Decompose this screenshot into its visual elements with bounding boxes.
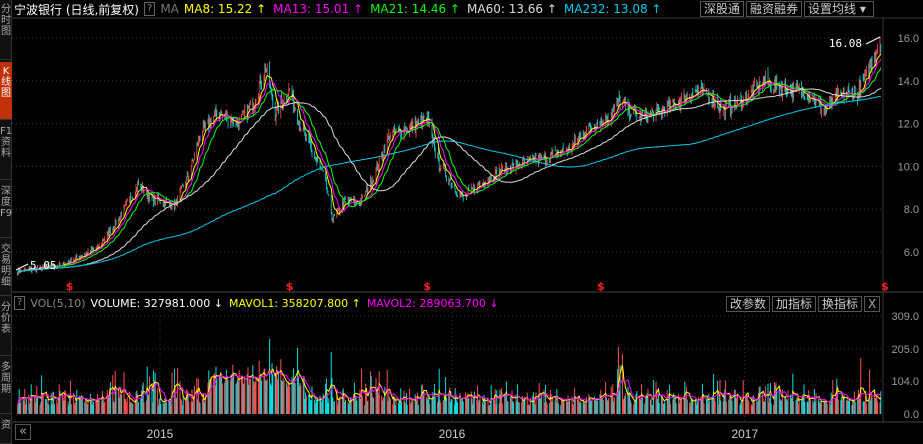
price-tick-label: 12.0: [898, 119, 919, 131]
ma232-line: [17, 95, 881, 274]
low-arrow-icon: [15, 263, 29, 271]
kline-chart[interactable]: 16.0 14.0 12.0 10.0 8.0 6.0 309.0 205.0 104.0 0.0…: [0, 0, 923, 444]
dividend-marker-icon: $: [286, 280, 294, 293]
price-tick-label: 14.0: [898, 76, 919, 88]
price-tick-label: 8.0: [904, 204, 919, 216]
volume-tick-label: 205.0: [891, 344, 919, 356]
time-tick-label: 2016: [439, 427, 466, 441]
dividend-marker-icon: $: [66, 280, 74, 293]
high-price-label: 16.08: [829, 37, 862, 50]
low-price-label: 5.05: [30, 259, 57, 272]
dividend-marker-icon: $: [423, 280, 431, 293]
time-tick-label: 2015: [147, 427, 174, 441]
price-tick-label: 10.0: [898, 161, 919, 173]
volume-tick-label: 104.0: [891, 376, 919, 388]
volume-tick-label: 0.0: [904, 409, 919, 421]
dividend-marker-icon: $: [881, 280, 889, 293]
price-tick-label: 6.0: [904, 247, 919, 259]
volume-tick-label: 309.0: [891, 311, 919, 323]
ma21-line: [17, 67, 882, 274]
price-tick-label: 16.0: [898, 33, 919, 45]
time-tick-label: 2017: [731, 427, 758, 441]
dividend-marker-icon: $: [597, 280, 605, 293]
